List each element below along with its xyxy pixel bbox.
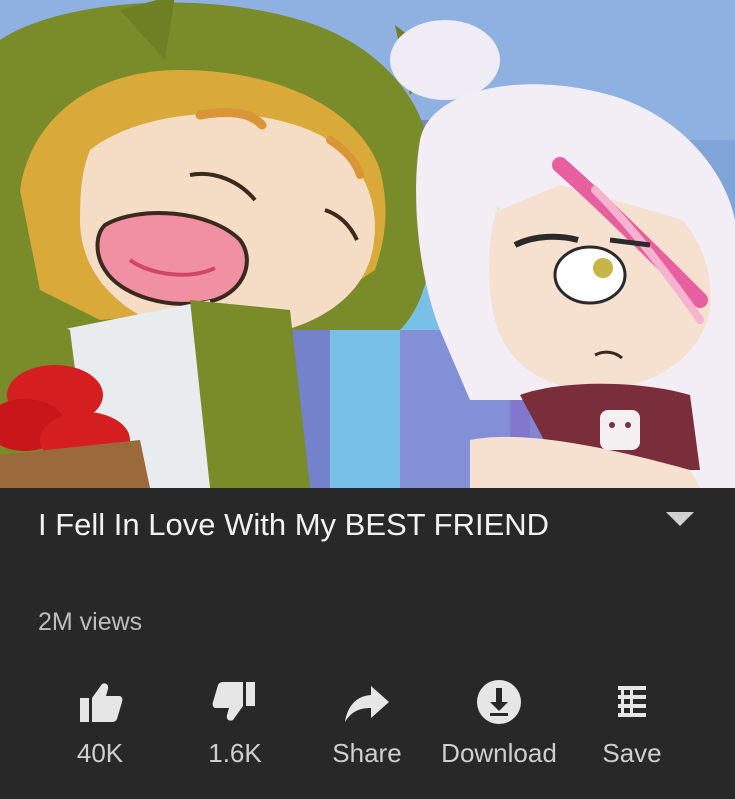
thumbnail-illustration (0, 0, 735, 488)
action-bar: 40K 1.6K Share Download Save (0, 668, 735, 778)
save-button[interactable]: Save (562, 668, 702, 778)
chevron-down-icon (666, 512, 694, 526)
video-watch-page: I Fell In Love With My BEST FRIEND 2M vi… (0, 0, 735, 799)
download-icon (477, 680, 521, 724)
thumbs-up-icon (80, 683, 123, 722)
share-button[interactable]: Share (297, 668, 437, 778)
share-arrow-icon (345, 686, 389, 722)
video-info-panel: I Fell In Love With My BEST FRIEND 2M vi… (0, 488, 735, 799)
thumbs-down-icon (212, 682, 255, 721)
expand-description-button[interactable] (664, 508, 696, 532)
like-button[interactable]: 40K (30, 668, 170, 778)
download-label: Download (441, 738, 557, 768)
save-playlist-icon (618, 686, 646, 717)
dislike-count: 1.6K (208, 738, 262, 768)
video-thumbnail[interactable] (0, 0, 735, 488)
share-label: Share (332, 738, 402, 768)
dislike-button[interactable]: 1.6K (165, 668, 305, 778)
like-count: 40K (76, 738, 124, 768)
save-label: Save (602, 738, 662, 768)
download-button[interactable]: Download (429, 668, 569, 778)
video-title[interactable]: I Fell In Love With My BEST FRIEND (38, 500, 598, 550)
view-count: 2M views (38, 608, 143, 636)
